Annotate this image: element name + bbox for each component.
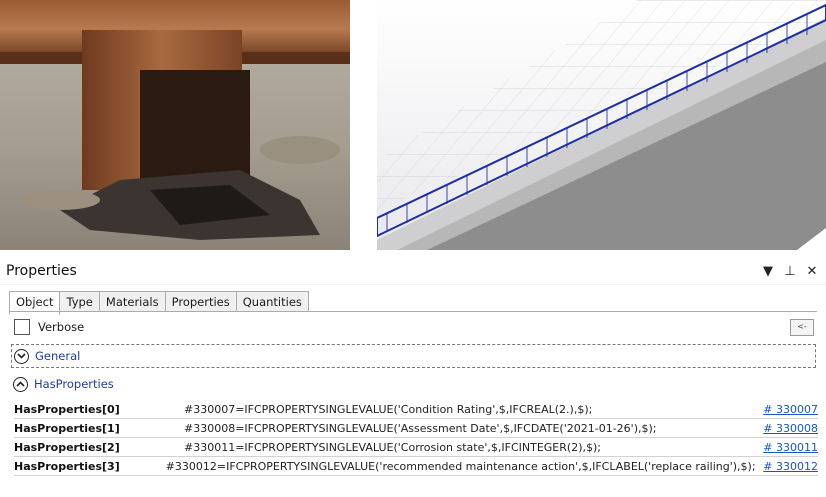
tab-divider	[9, 311, 817, 312]
tab-materials[interactable]: Materials	[99, 291, 166, 312]
pin-icon[interactable]: ⊥	[782, 264, 798, 279]
property-ref-link[interactable]: # 330012	[756, 460, 818, 473]
table-row: HasProperties[0] #330007=IFCPROPERTYSING…	[14, 400, 818, 419]
back-button[interactable]: <-	[790, 319, 814, 336]
panel-title: Properties	[6, 263, 77, 279]
close-icon[interactable]: ✕	[804, 264, 820, 279]
verbose-checkbox[interactable]	[14, 319, 30, 335]
verbose-label: Verbose	[38, 320, 85, 334]
corrosion-photo	[0, 0, 350, 250]
group-hasproperties[interactable]: HasProperties	[11, 373, 816, 395]
bridge-railing-model	[377, 0, 826, 250]
table-row: HasProperties[2] #330011=IFCPROPERTYSING…	[14, 438, 818, 457]
properties-panel: Properties ▼ ⊥ ✕ Object Type Materials P…	[0, 258, 826, 497]
property-tabs: Object Type Materials Properties Quantit…	[9, 291, 309, 315]
collapse-chevron-icon[interactable]	[13, 376, 28, 392]
dropdown-arrow-icon[interactable]: ▼	[760, 264, 776, 279]
property-rows: HasProperties[0] #330007=IFCPROPERTYSING…	[14, 400, 818, 476]
property-value: #330007=IFCPROPERTYSINGLEVALUE('Conditio…	[184, 402, 593, 416]
group-general-label: General	[35, 349, 81, 363]
tab-quantities[interactable]: Quantities	[236, 291, 309, 312]
group-general[interactable]: General	[11, 344, 816, 368]
property-name: HasProperties[1]	[14, 421, 120, 435]
property-value: #330012=IFCPROPERTYSINGLEVALUE('recommen…	[165, 459, 756, 473]
panel-header: Properties ▼ ⊥ ✕	[0, 258, 826, 285]
3d-model-view[interactable]	[377, 0, 826, 250]
corroded-post-image	[0, 0, 350, 250]
table-row: HasProperties[1] #330008=IFCPROPERTYSING…	[14, 419, 818, 438]
property-name: HasProperties[3]	[14, 459, 120, 473]
verbose-option[interactable]: Verbose	[14, 319, 84, 335]
property-value: #330011=IFCPROPERTYSINGLEVALUE('Corrosio…	[184, 440, 601, 454]
property-value: #330008=IFCPROPERTYSINGLEVALUE('Assessme…	[184, 421, 657, 435]
property-name: HasProperties[2]	[14, 440, 120, 454]
group-hasproperties-label: HasProperties	[34, 377, 114, 391]
tab-properties[interactable]: Properties	[165, 291, 237, 312]
tab-type[interactable]: Type	[60, 291, 100, 312]
property-name: HasProperties[0]	[14, 402, 120, 416]
property-ref-link[interactable]: # 330007	[748, 403, 818, 416]
expand-chevron-icon[interactable]	[14, 348, 29, 364]
table-row: HasProperties[3] #330012=IFCPROPERTYSING…	[14, 457, 818, 476]
property-ref-link[interactable]: # 330008	[748, 422, 818, 435]
property-ref-link[interactable]: # 330011	[748, 441, 818, 454]
